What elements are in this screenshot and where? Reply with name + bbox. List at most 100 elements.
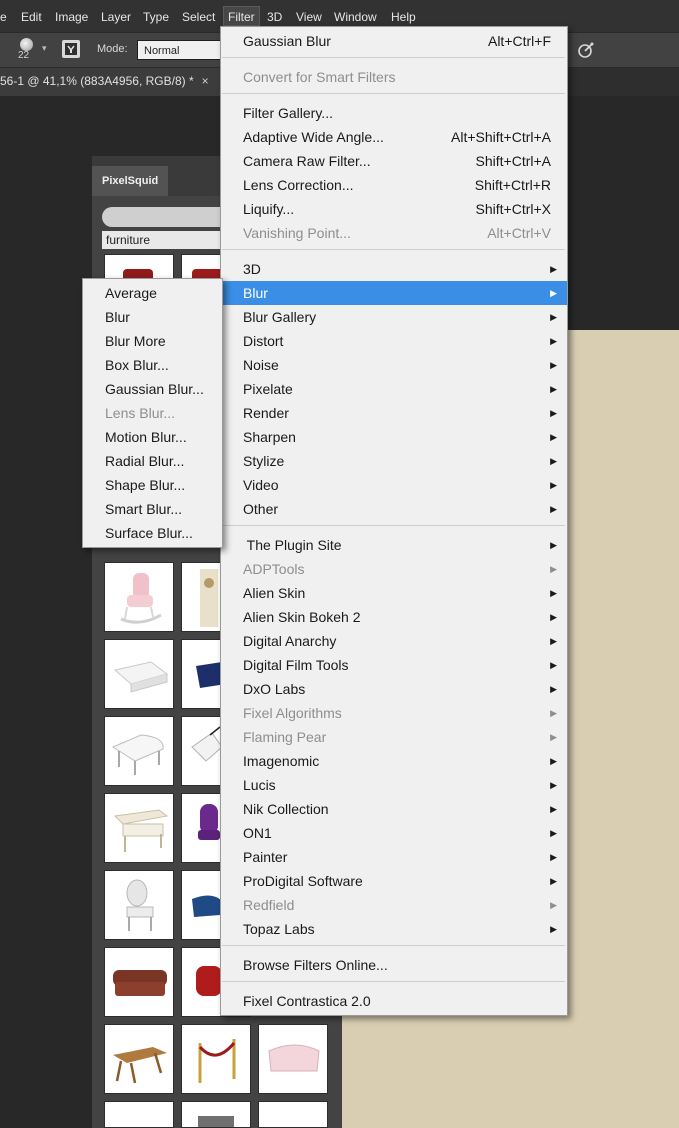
submenu-item-surface-blur[interactable]: Surface Blur... bbox=[83, 521, 222, 545]
menu-item-shortcut: Alt+Ctrl+F bbox=[487, 33, 551, 49]
document-tab[interactable]: 56-1 @ 41,1% (883A4956, RGB/8) * × bbox=[0, 68, 220, 96]
menu-item-digital-anarchy[interactable]: Digital Anarchy ▶ bbox=[221, 629, 567, 653]
thumbnail-picnic-table[interactable] bbox=[104, 1024, 174, 1094]
thumbnail-grand-piano[interactable] bbox=[104, 716, 174, 786]
menu-item-label: Distort bbox=[243, 333, 284, 349]
menu-item-label: Radial Blur... bbox=[105, 453, 185, 469]
submenu-item-average[interactable]: Average bbox=[83, 281, 222, 305]
menu-item-browse-filters-online[interactable]: Browse Filters Online... bbox=[221, 953, 567, 977]
submenu-arrow-icon: ▶ bbox=[550, 756, 557, 766]
menu-item-shortcut: Alt+Shift+Ctrl+A bbox=[451, 129, 551, 145]
menu-item-noise[interactable]: Noise ▶ bbox=[221, 353, 567, 377]
submenu-arrow-icon: ▶ bbox=[550, 852, 557, 862]
thumbnail-chesterfield-sofa[interactable] bbox=[104, 947, 174, 1017]
menu-item-gaussian-blur-last[interactable]: Gaussian Blur Alt+Ctrl+F bbox=[221, 29, 567, 53]
brush-settings-button[interactable] bbox=[62, 40, 80, 58]
menu-select[interactable]: Select bbox=[182, 7, 215, 27]
menu-item-label: Digital Film Tools bbox=[243, 657, 349, 673]
thumbnail-rope-barrier[interactable] bbox=[181, 1024, 251, 1094]
menu-type[interactable]: Type bbox=[143, 7, 169, 27]
submenu-arrow-icon: ▶ bbox=[550, 732, 557, 742]
thumbnail-partial-3[interactable] bbox=[258, 1101, 328, 1128]
menu-separator bbox=[222, 981, 565, 982]
airbrush-icon[interactable] bbox=[576, 40, 596, 60]
submenu-item-radial-blur[interactable]: Radial Blur... bbox=[83, 449, 222, 473]
menu-file[interactable]: e bbox=[0, 7, 7, 27]
menu-item-label: Other bbox=[243, 501, 279, 517]
menu-item-lucis[interactable]: Lucis ▶ bbox=[221, 773, 567, 797]
menu-item-alien-skin-bokeh-2[interactable]: Alien Skin Bokeh 2 ▶ bbox=[221, 605, 567, 629]
menu-image[interactable]: Image bbox=[55, 7, 88, 27]
submenu-item-blur[interactable]: Blur bbox=[83, 305, 222, 329]
menu-item-on1[interactable]: ON1 ▶ bbox=[221, 821, 567, 845]
menu-item-video[interactable]: Video ▶ bbox=[221, 473, 567, 497]
menu-window[interactable]: Window bbox=[334, 7, 377, 27]
submenu-item-shape-blur[interactable]: Shape Blur... bbox=[83, 473, 222, 497]
menu-item-flaming-pear[interactable]: Flaming Pear ▶ bbox=[221, 725, 567, 749]
menu-item-blur[interactable]: Blur ▶ bbox=[221, 281, 567, 305]
menu-item-adaptive-wide-angle[interactable]: Adaptive Wide Angle... Alt+Shift+Ctrl+A bbox=[221, 125, 567, 149]
menu-item-distort[interactable]: Distort ▶ bbox=[221, 329, 567, 353]
menu-item-filter-gallery[interactable]: Filter Gallery... bbox=[221, 101, 567, 125]
thumbnail-vanity-desk[interactable] bbox=[104, 793, 174, 863]
brush-size: 22 bbox=[18, 50, 30, 61]
submenu-item-lens-blur[interactable]: Lens Blur... bbox=[83, 401, 222, 425]
menu-item-lens-correction[interactable]: Lens Correction... Shift+Ctrl+R bbox=[221, 173, 567, 197]
menu-item-painter[interactable]: Painter ▶ bbox=[221, 845, 567, 869]
mode-select[interactable]: Normal bbox=[137, 40, 227, 60]
menu-item-fixel-algorithms[interactable]: Fixel Algorithms ▶ bbox=[221, 701, 567, 725]
tab-pixelsquid[interactable]: PixelSquid bbox=[92, 166, 168, 196]
brush-picker-caret-icon[interactable]: ▾ bbox=[42, 43, 47, 54]
menu-layer[interactable]: Layer bbox=[101, 7, 131, 27]
menu-item-3d[interactable]: 3D ▶ bbox=[221, 257, 567, 281]
thumbnail-partial-1[interactable] bbox=[104, 1101, 174, 1128]
menu-item-label: Motion Blur... bbox=[105, 429, 187, 445]
menu-item-redfield[interactable]: Redfield ▶ bbox=[221, 893, 567, 917]
menu-item-shortcut: Shift+Ctrl+A bbox=[475, 153, 551, 169]
thumbnail-partial-2[interactable] bbox=[181, 1101, 251, 1128]
menu-item-alien-skin[interactable]: Alien Skin ▶ bbox=[221, 581, 567, 605]
close-icon[interactable]: × bbox=[202, 74, 209, 88]
submenu-item-blur-more[interactable]: Blur More bbox=[83, 329, 222, 353]
menu-item-nik-collection[interactable]: Nik Collection ▶ bbox=[221, 797, 567, 821]
submenu-item-smart-blur[interactable]: Smart Blur... bbox=[83, 497, 222, 521]
menu-item-pixelate[interactable]: Pixelate ▶ bbox=[221, 377, 567, 401]
thumbnail-pink-loveseat[interactable] bbox=[258, 1024, 328, 1094]
menu-item-render[interactable]: Render ▶ bbox=[221, 401, 567, 425]
menu-item-other[interactable]: Other ▶ bbox=[221, 497, 567, 521]
brush-panel-icon bbox=[65, 43, 77, 55]
menu-item-adptools[interactable]: ADPTools ▶ bbox=[221, 557, 567, 581]
submenu-item-motion-blur[interactable]: Motion Blur... bbox=[83, 425, 222, 449]
thumbnail-pink-rocking-chair[interactable] bbox=[104, 562, 174, 632]
thumbnail-white-daybed[interactable] bbox=[104, 639, 174, 709]
submenu-arrow-icon: ▶ bbox=[550, 588, 557, 598]
menu-item-liquify[interactable]: Liquify... Shift+Ctrl+X bbox=[221, 197, 567, 221]
menu-filter[interactable]: Filter bbox=[223, 6, 260, 26]
menu-item-sharpen[interactable]: Sharpen ▶ bbox=[221, 425, 567, 449]
menu-item-imagenomic[interactable]: Imagenomic ▶ bbox=[221, 749, 567, 773]
submenu-arrow-icon: ▶ bbox=[550, 336, 557, 346]
menu-item-digital-film-tools[interactable]: Digital Film Tools ▶ bbox=[221, 653, 567, 677]
menu-item-prodigital-software[interactable]: ProDigital Software ▶ bbox=[221, 869, 567, 893]
menu-item-label: Gaussian Blur bbox=[243, 33, 331, 49]
menu-item-stylize[interactable]: Stylize ▶ bbox=[221, 449, 567, 473]
menu-item-fixel-contrastica[interactable]: Fixel Contrastica 2.0 bbox=[221, 989, 567, 1013]
menu-item-dxo-labs[interactable]: DxO Labs ▶ bbox=[221, 677, 567, 701]
menu-item-topaz-labs[interactable]: Topaz Labs ▶ bbox=[221, 917, 567, 941]
menu-item-the-plugin-site[interactable]: The Plugin Site ▶ bbox=[221, 533, 567, 557]
menu-item-camera-raw-filter[interactable]: Camera Raw Filter... Shift+Ctrl+A bbox=[221, 149, 567, 173]
submenu-item-box-blur[interactable]: Box Blur... bbox=[83, 353, 222, 377]
menu-separator bbox=[222, 525, 565, 526]
document-title: 56-1 @ 41,1% (883A4956, RGB/8) * bbox=[0, 74, 194, 88]
thumbnail-white-side-chair[interactable] bbox=[104, 870, 174, 940]
menu-item-label: Gaussian Blur... bbox=[105, 381, 204, 397]
menu-item-blur-gallery[interactable]: Blur Gallery ▶ bbox=[221, 305, 567, 329]
menu-item-vanishing-point[interactable]: Vanishing Point... Alt+Ctrl+V bbox=[221, 221, 567, 245]
menu-edit[interactable]: Edit bbox=[21, 7, 42, 27]
menu-item-convert-smart-filters[interactable]: Convert for Smart Filters bbox=[221, 65, 567, 89]
submenu-item-gaussian-blur[interactable]: Gaussian Blur... bbox=[83, 377, 222, 401]
menu-view[interactable]: View bbox=[296, 7, 322, 27]
menu-3d[interactable]: 3D bbox=[267, 7, 282, 27]
menu-help[interactable]: Help bbox=[391, 7, 416, 27]
chesterfield-sofa-image bbox=[113, 970, 167, 996]
